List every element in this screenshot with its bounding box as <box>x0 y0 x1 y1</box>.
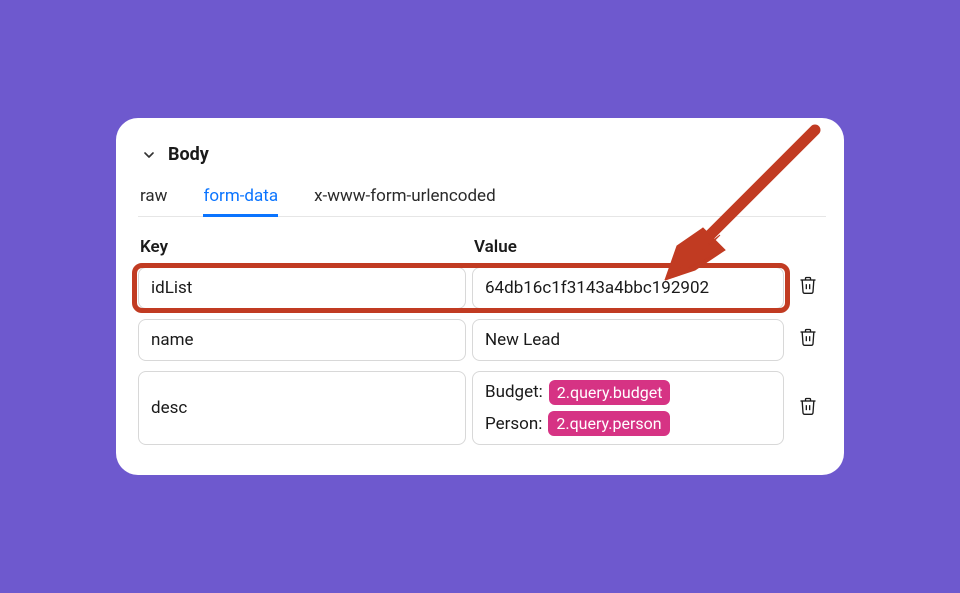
table-row: desc Budget: 2.query.budget Person: 2.qu… <box>138 371 826 445</box>
chevron-down-icon <box>138 144 160 166</box>
table-row: name New Lead <box>138 319 826 361</box>
body-panel: Body raw form-data x-www-form-urlencoded… <box>116 118 844 475</box>
trash-icon <box>798 396 818 421</box>
value-line: Budget: 2.query.budget <box>485 380 670 405</box>
variable-token[interactable]: 2.query.budget <box>549 380 671 405</box>
column-header-key: Key <box>140 237 474 257</box>
value-label: Person: <box>485 414 542 434</box>
variable-token[interactable]: 2.query.person <box>548 411 669 436</box>
body-type-tabs: raw form-data x-www-form-urlencoded <box>138 178 826 217</box>
delete-row-button[interactable] <box>794 326 822 354</box>
column-header-action <box>788 237 824 257</box>
tab-form-data[interactable]: form-data <box>203 178 278 216</box>
form-data-table: Key Value idList 64db16c1f3143a4bbc19290… <box>138 231 826 445</box>
tab-raw[interactable]: raw <box>140 178 167 216</box>
delete-row-button[interactable] <box>794 274 822 302</box>
trash-icon <box>798 275 818 300</box>
key-input[interactable]: idList <box>138 267 466 309</box>
delete-row-button[interactable] <box>794 394 822 422</box>
section-title: Body <box>168 144 209 165</box>
value-line: Person: 2.query.person <box>485 411 670 436</box>
value-input[interactable]: Budget: 2.query.budget Person: 2.query.p… <box>472 371 784 445</box>
trash-icon <box>798 327 818 352</box>
key-input[interactable]: name <box>138 319 466 361</box>
section-header[interactable]: Body <box>138 144 826 166</box>
value-input[interactable]: New Lead <box>472 319 784 361</box>
table-header-row: Key Value <box>138 231 826 267</box>
key-input[interactable]: desc <box>138 371 466 445</box>
table-row: idList 64db16c1f3143a4bbc192902 <box>138 267 826 309</box>
value-input[interactable]: 64db16c1f3143a4bbc192902 <box>472 267 784 309</box>
tab-urlencoded[interactable]: x-www-form-urlencoded <box>314 178 496 216</box>
column-header-value: Value <box>474 237 788 257</box>
value-label: Budget: <box>485 382 543 402</box>
